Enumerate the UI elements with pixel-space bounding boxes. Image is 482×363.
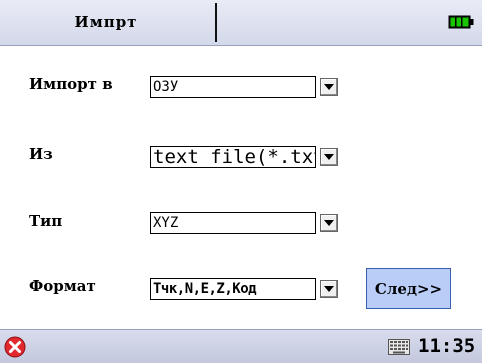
page-title: Импрт [74, 13, 138, 31]
type-dropdown-button[interactable] [320, 214, 338, 232]
import-to-dropdown-button[interactable] [320, 78, 338, 96]
taskbar: 11:35 [0, 329, 482, 363]
format-label: Формат [29, 277, 96, 295]
next-button[interactable]: След>> [366, 268, 451, 309]
format-value[interactable]: Тчк,N,E,Z,Код [150, 278, 316, 300]
from-dropdown-button[interactable] [320, 148, 338, 166]
close-icon[interactable] [4, 336, 26, 358]
keyboard-icon[interactable] [388, 339, 410, 355]
format-dropdown-button[interactable] [320, 280, 338, 298]
clock: 11:35 [418, 335, 476, 357]
type-label: Тип [29, 212, 63, 230]
from-label: Из [29, 145, 53, 163]
battery-full-icon [448, 15, 474, 29]
title-divider [215, 3, 217, 42]
title-bar: Импрт [0, 0, 482, 46]
import-to-label: Импорт в [29, 75, 113, 93]
from-value[interactable]: text file(*.txt) [150, 146, 316, 168]
import-to-value[interactable]: ОЗУ [150, 76, 316, 98]
type-value[interactable]: XYZ [150, 212, 316, 234]
